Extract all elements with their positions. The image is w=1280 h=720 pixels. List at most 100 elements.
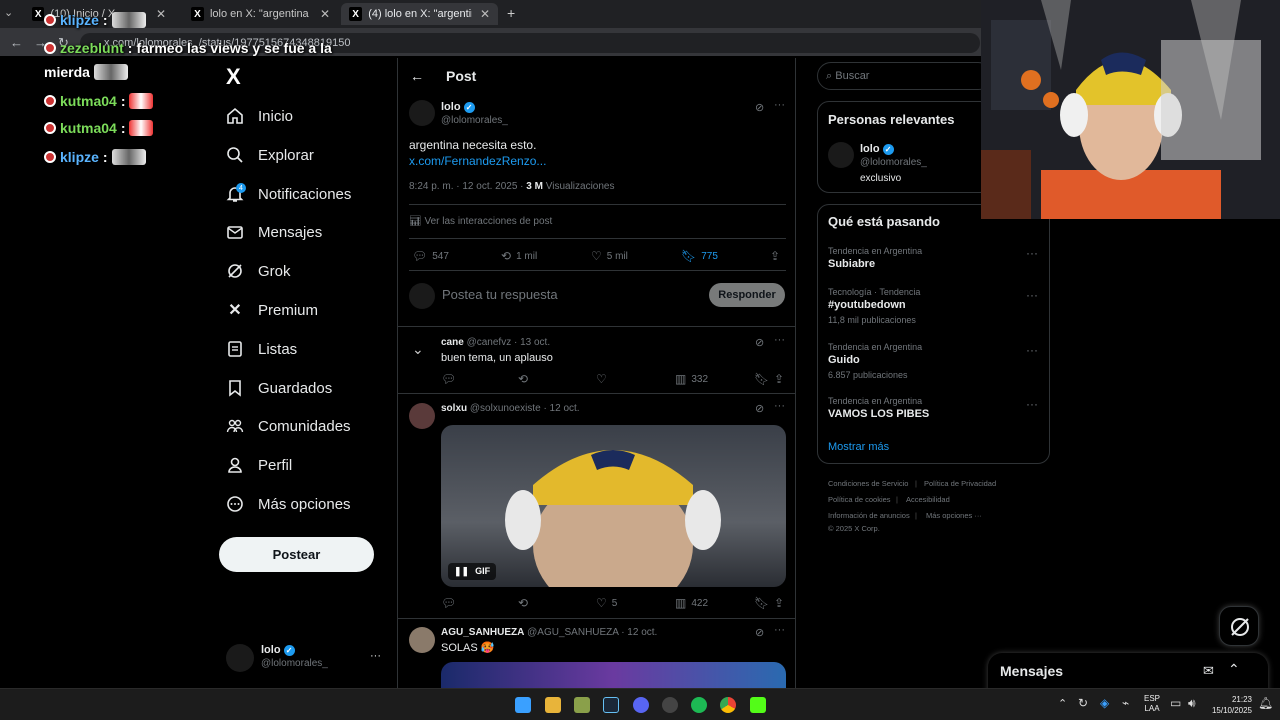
bookmark-button[interactable]: 🔖︎ bbox=[754, 372, 774, 386]
share-button[interactable]: ⇪ bbox=[770, 249, 785, 263]
like-button[interactable]: ♡ 5 bbox=[596, 596, 617, 610]
clock[interactable]: 21:23 15/10/2025 bbox=[1208, 694, 1252, 716]
nav-item-grok[interactable]: Grok bbox=[226, 257, 291, 285]
nav-item-guardados[interactable]: Guardados bbox=[226, 374, 332, 402]
gif-controls[interactable]: ❚❚ GIF bbox=[448, 563, 497, 580]
windows-start-icon[interactable] bbox=[515, 697, 531, 713]
language-indicator[interactable]: ESP LAA bbox=[1144, 694, 1160, 714]
reply-author[interactable]: solxu bbox=[441, 403, 467, 414]
tray-app-icon[interactable]: ◈ bbox=[1100, 696, 1109, 710]
more-options-icon[interactable]: ··· bbox=[1026, 397, 1038, 411]
more-options-icon[interactable]: ··· bbox=[1026, 246, 1038, 260]
repost-button[interactable]: ⟲ bbox=[518, 372, 533, 386]
trend-item[interactable]: Subiabre bbox=[828, 258, 875, 270]
nav-item-premium[interactable]: ✕ Premium bbox=[226, 296, 318, 324]
grok-floating-button[interactable] bbox=[1219, 606, 1259, 646]
sync-icon[interactable]: ↻ bbox=[1078, 696, 1088, 710]
share-button[interactable]: ⇪ bbox=[774, 596, 789, 610]
close-tab-icon[interactable]: ✕ bbox=[480, 7, 490, 21]
avatar[interactable] bbox=[828, 142, 854, 168]
post-link[interactable]: x.com/FernandezRenzo... bbox=[409, 154, 546, 168]
reply-input[interactable]: Postea tu respuesta bbox=[442, 287, 558, 302]
footer-cookies-link[interactable]: Política de cookies bbox=[828, 495, 891, 504]
kick-icon[interactable] bbox=[750, 697, 766, 713]
nav-item-inicio[interactable]: Inicio bbox=[226, 102, 293, 130]
repost-button[interactable]: ⟲ 1 mil bbox=[501, 249, 537, 263]
footer-accessibility-link[interactable]: Accesibilidad bbox=[906, 495, 950, 504]
footer-terms-link[interactable]: Condiciones de Servicio bbox=[828, 479, 908, 488]
back-arrow-icon[interactable]: ← bbox=[410, 68, 424, 84]
reply-media-image[interactable] bbox=[441, 662, 786, 688]
reply-button[interactable]: 💬︎ bbox=[441, 596, 461, 610]
spotify-icon[interactable] bbox=[691, 697, 707, 713]
browser-tab-3[interactable]: X (4) lolo en X: "argentina necesit ✕ bbox=[341, 3, 498, 25]
more-options-icon[interactable]: ··· bbox=[774, 99, 785, 111]
avatar[interactable] bbox=[409, 403, 435, 429]
nav-item-explorar[interactable]: Explorar bbox=[226, 141, 314, 169]
nav-item-comunidades[interactable]: Comunidades bbox=[226, 412, 351, 440]
nav-item-mensajes[interactable]: Mensajes bbox=[226, 218, 322, 246]
nav-item-listas[interactable]: Listas bbox=[226, 335, 297, 363]
trend-item[interactable]: VAMOS LOS PIBES bbox=[828, 408, 929, 420]
nav-item-perfil[interactable]: Perfil bbox=[226, 451, 292, 479]
new-message-icon[interactable]: ✉ bbox=[1203, 663, 1214, 679]
grok-icon[interactable]: ⊘ bbox=[755, 101, 764, 114]
views-button[interactable]: ▥ 332 bbox=[675, 372, 708, 386]
reply-button[interactable]: 💬︎ 547 bbox=[412, 249, 449, 263]
bookmark-button[interactable]: 🔖︎ 775 bbox=[681, 249, 718, 263]
volume-icon[interactable]: 🔊︎ bbox=[1188, 696, 1196, 711]
messages-drawer[interactable]: Mensajes ✉ ⌃ bbox=[988, 653, 1268, 693]
avatar[interactable] bbox=[409, 100, 435, 126]
grok-icon[interactable]: ⊘ bbox=[755, 336, 764, 349]
file-explorer-icon[interactable] bbox=[545, 697, 561, 713]
trend-item[interactable]: Guido bbox=[828, 354, 860, 366]
avatar[interactable] bbox=[409, 627, 435, 653]
show-more-link[interactable]: Mostrar más bbox=[828, 441, 889, 453]
more-options-icon[interactable]: ··· bbox=[774, 334, 785, 346]
account-switcher[interactable]: lolo ✓ @lolomorales_ ··· bbox=[226, 644, 396, 680]
browser-tab-2[interactable]: X lolo en X: "argentina necesita e ✕ bbox=[183, 3, 338, 25]
view-interactions-link[interactable]: 📊︎ Ver las interacciones de post bbox=[409, 216, 552, 227]
trend-item[interactable]: #youtubedown bbox=[828, 299, 906, 311]
back-icon[interactable]: ← bbox=[10, 35, 23, 50]
expand-drawer-icon[interactable]: ⌃ bbox=[1228, 661, 1240, 678]
tab-list-chevron-icon[interactable]: ⌄ bbox=[4, 6, 13, 19]
more-options-icon[interactable]: ··· bbox=[774, 624, 785, 636]
bookmark-button[interactable]: 🔖︎ bbox=[754, 596, 774, 610]
new-tab-button[interactable]: + bbox=[507, 5, 515, 21]
grok-icon[interactable]: ⊘ bbox=[755, 626, 764, 639]
reply-submit-button[interactable]: Responder bbox=[709, 283, 785, 307]
views-button[interactable]: ▥ 422 bbox=[675, 596, 708, 610]
close-tab-icon[interactable]: ✕ bbox=[320, 7, 330, 21]
footer-ads-link[interactable]: Información de anuncios bbox=[828, 511, 910, 520]
nav-item-mas-opciones[interactable]: Más opciones bbox=[226, 490, 351, 518]
repost-button[interactable]: ⟲ bbox=[518, 596, 533, 610]
chrome-icon[interactable] bbox=[720, 697, 736, 713]
grok-icon[interactable]: ⊘ bbox=[755, 402, 764, 415]
reply-author[interactable]: cane bbox=[441, 337, 464, 348]
more-options-icon[interactable]: ··· bbox=[1026, 343, 1038, 357]
like-button[interactable]: ♡ bbox=[596, 372, 612, 386]
reply-author[interactable]: AGU_SANHUEZA bbox=[441, 627, 524, 638]
network-icon[interactable]: ⌁ bbox=[1122, 696, 1129, 710]
notification-bell-icon[interactable]: 🔔︎ bbox=[1258, 696, 1273, 710]
more-options-icon[interactable]: ··· bbox=[1026, 288, 1038, 302]
post-handle[interactable]: @lolomorales_ bbox=[441, 115, 508, 126]
search-input[interactable]: ⌕ Buscar bbox=[817, 62, 992, 90]
display-icon[interactable]: ▭ bbox=[1170, 696, 1181, 710]
account-more-icon[interactable]: ··· bbox=[370, 650, 381, 662]
relevant-name-row[interactable]: lolo ✓ bbox=[860, 143, 894, 155]
post-author[interactable]: lolo bbox=[441, 101, 461, 113]
x-logo-icon[interactable]: X bbox=[226, 64, 241, 90]
reply-button[interactable]: 💬︎ bbox=[441, 372, 461, 386]
pause-icon[interactable]: ❚❚ bbox=[454, 566, 469, 577]
obs-icon[interactable] bbox=[662, 697, 678, 713]
app-icon[interactable] bbox=[574, 697, 590, 713]
discord-icon[interactable] bbox=[633, 697, 649, 713]
avatar[interactable]: ⌄ bbox=[412, 341, 424, 358]
more-options-icon[interactable]: ··· bbox=[774, 400, 785, 412]
reply-media-gif[interactable]: ❚❚ GIF bbox=[441, 425, 786, 587]
footer-more-link[interactable]: Más opciones ··· bbox=[926, 511, 982, 520]
footer-privacy-link[interactable]: Política de Privacidad bbox=[924, 479, 996, 488]
post-button[interactable]: Postear bbox=[219, 537, 374, 572]
